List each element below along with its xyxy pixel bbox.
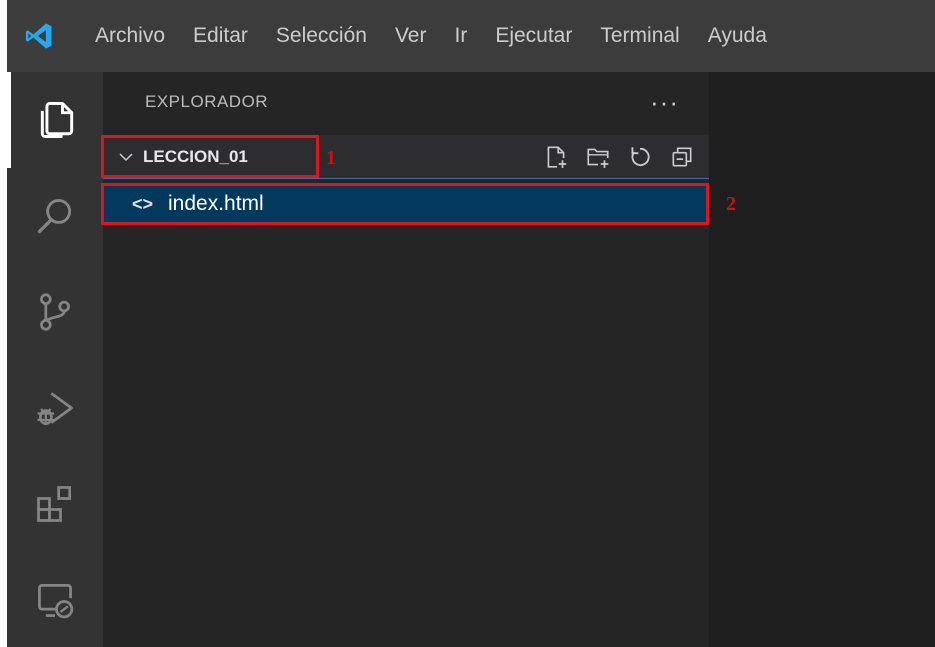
activity-explorer[interactable]: [7, 72, 103, 168]
menu-terminal[interactable]: Terminal: [586, 0, 693, 72]
explorer-header: EXPLORADOR ···: [103, 72, 709, 132]
menu-ayuda[interactable]: Ayuda: [694, 0, 781, 72]
menu-editar[interactable]: Editar: [179, 0, 262, 72]
menu-bar: Archivo Editar Selección Ver Ir Ejecutar…: [71, 0, 781, 72]
activity-source-control[interactable]: [7, 264, 103, 360]
collapse-all-button[interactable]: [667, 142, 697, 172]
menu-archivo[interactable]: Archivo: [87, 0, 179, 72]
folder-actions: [541, 135, 697, 179]
annotation-number-2: 2: [726, 193, 736, 215]
search-icon: [37, 198, 72, 234]
run-debug-icon: [37, 392, 73, 426]
activity-bar: [7, 72, 103, 647]
annotation-number-1: 1: [326, 147, 336, 169]
menu-ejecutar[interactable]: Ejecutar: [481, 0, 586, 72]
title-bar: Archivo Editar Selección Ver Ir Ejecutar…: [7, 0, 935, 72]
more-actions-icon[interactable]: ···: [650, 89, 679, 115]
vscode-logo-icon: [7, 0, 71, 72]
extensions-icon: [37, 486, 72, 522]
remote-explorer-icon: [38, 583, 74, 619]
menu-ver[interactable]: Ver: [381, 0, 441, 72]
activity-search[interactable]: [7, 168, 103, 264]
refresh-button[interactable]: [625, 142, 655, 172]
menu-seleccion[interactable]: Selección: [262, 0, 381, 72]
activity-remote-explorer[interactable]: [7, 552, 103, 647]
annotation-box-1: [101, 135, 319, 178]
source-control-icon: [40, 293, 70, 331]
new-folder-button[interactable]: [583, 142, 613, 172]
explorer-title: EXPLORADOR: [145, 92, 269, 111]
vscode-window: Archivo Editar Selección Ver Ir Ejecutar…: [7, 0, 935, 647]
activity-extensions[interactable]: [7, 456, 103, 552]
new-file-button[interactable]: [541, 142, 571, 172]
explorer-icon: [40, 102, 74, 138]
refresh-icon: [631, 147, 650, 167]
new-folder-icon: [587, 148, 609, 168]
annotation-box-2: [101, 183, 709, 225]
activity-run-debug[interactable]: [7, 360, 103, 456]
menu-ir[interactable]: Ir: [440, 0, 481, 72]
new-file-icon: [547, 146, 567, 168]
collapse-all-icon: [672, 147, 692, 167]
